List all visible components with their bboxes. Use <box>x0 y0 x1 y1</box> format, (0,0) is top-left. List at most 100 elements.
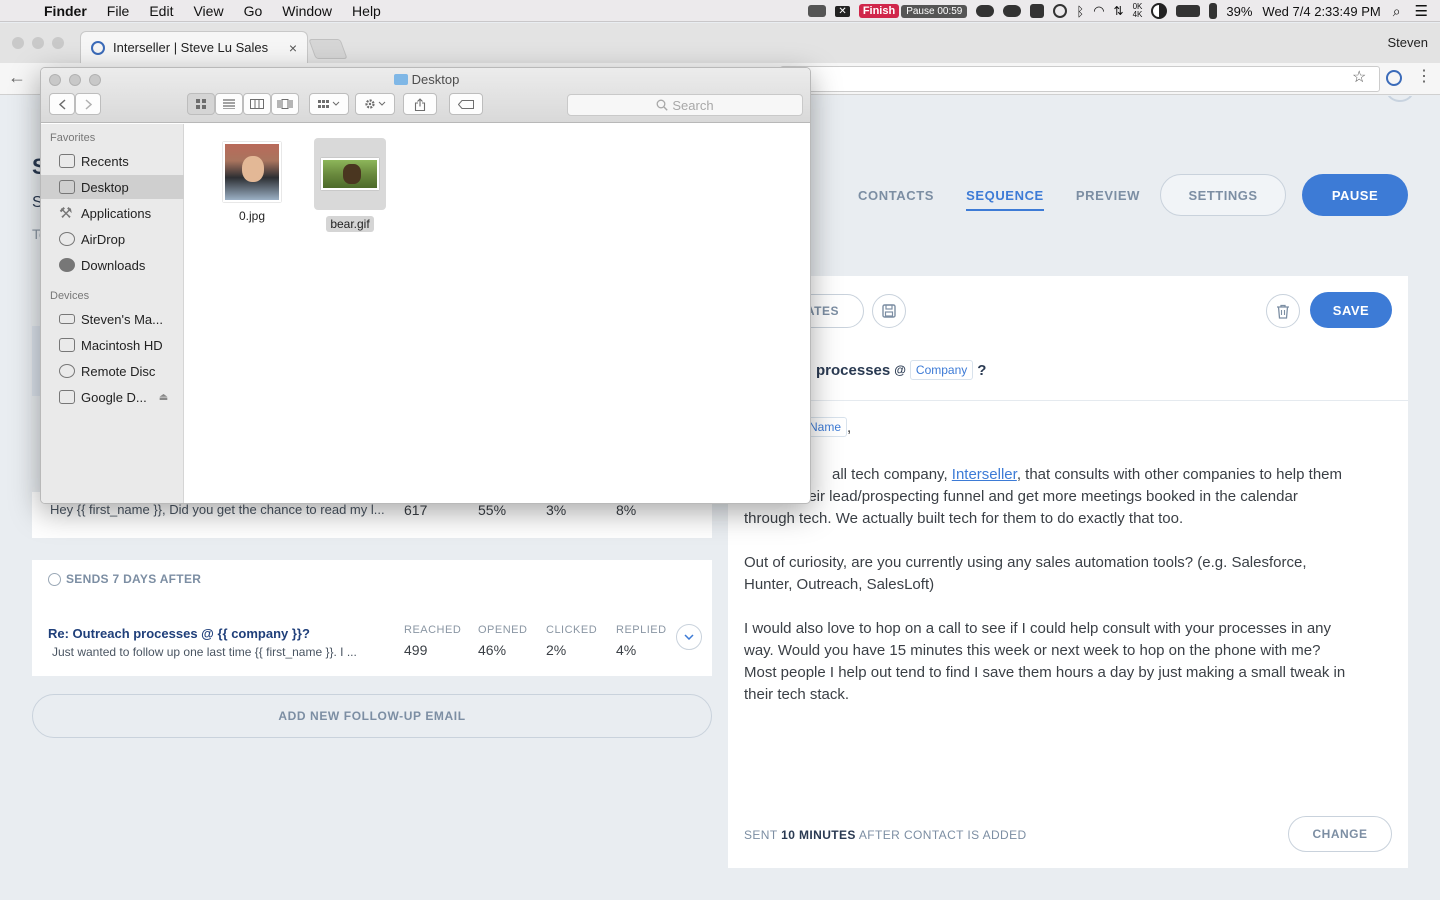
user-avatar[interactable] <box>1386 96 1414 102</box>
cloud-icon[interactable] <box>976 5 995 17</box>
bluetooth-icon[interactable]: ᛒ <box>1076 4 1084 19</box>
delete-email-button[interactable] <box>1266 294 1300 328</box>
pause-campaign-button[interactable]: PAUSE <box>1302 174 1408 216</box>
eject-icon[interactable]: ⏏ <box>159 392 168 403</box>
sidebar-item-macintosh-hd[interactable]: Macintosh HD <box>41 333 184 357</box>
menu-window[interactable]: Window <box>282 3 332 19</box>
sidebar-item-label: AirDrop <box>81 231 126 247</box>
browser-tab-interseller[interactable]: Interseller | Steve Lu Sales × <box>80 31 308 63</box>
send-timing-prefix: SENT <box>744 828 778 842</box>
sidebar-item-google-drive[interactable]: Google D... ⏏ <box>41 385 184 409</box>
change-timing-button[interactable]: CHANGE <box>1288 816 1392 852</box>
browser-menu-icon[interactable]: ⋮ <box>1416 66 1432 86</box>
sidebar-item-label: Google D... <box>81 389 147 405</box>
menu-go[interactable]: Go <box>244 3 263 19</box>
tab-close-icon[interactable]: × <box>289 40 297 56</box>
email-subject-field[interactable]: processes @ Company ? <box>816 360 986 380</box>
email-2-subject: Re: Outreach processes @ {{ company }}? <box>48 626 310 641</box>
share-icon <box>414 97 426 111</box>
face-shape <box>242 156 264 182</box>
gear-icon <box>365 99 386 109</box>
group-by-button[interactable] <box>309 93 349 115</box>
sync-icon[interactable] <box>1053 4 1068 18</box>
tab-contacts[interactable]: CONTACTS <box>858 188 934 211</box>
save-button[interactable]: SAVE <box>1310 292 1392 328</box>
downloads-icon <box>59 258 75 272</box>
chevron-left-icon <box>58 98 66 110</box>
tags-button[interactable] <box>449 93 483 115</box>
save-template-button[interactable] <box>872 294 906 328</box>
recorder-close-button[interactable]: ✕ <box>835 5 850 17</box>
file-item-bear-gif[interactable]: bear.gif <box>305 138 395 232</box>
clock[interactable]: Wed 7/4 2:33:49 PM <box>1262 4 1380 19</box>
back-arrow-icon[interactable]: ← <box>8 67 26 88</box>
vpn-icon[interactable]: ⇅ <box>1114 4 1124 18</box>
sidebar-item-desktop[interactable]: Desktop <box>41 175 184 199</box>
notification-center-icon[interactable]: ☰ <box>1415 2 1428 20</box>
sidebar-item-applications[interactable]: ⚒ Applications <box>41 201 184 225</box>
cover-flow-icon <box>277 99 293 109</box>
share-button[interactable] <box>403 93 437 115</box>
new-tab-button[interactable] <box>308 39 348 59</box>
file-selection-highlight <box>314 138 386 210</box>
address-bar[interactable] <box>780 66 1380 92</box>
recorder-finish-button[interactable]: Finish <box>858 4 900 18</box>
sidebar-item-remote-disc[interactable]: Remote Disc <box>41 359 184 383</box>
finder-back-button[interactable] <box>49 93 75 115</box>
devices-heading: Devices <box>50 290 90 302</box>
tab-preview[interactable]: PREVIEW <box>1076 188 1140 211</box>
sidebar-item-downloads[interactable]: Downloads <box>41 253 184 277</box>
menu-view[interactable]: View <box>193 3 223 19</box>
icon-view-button[interactable] <box>187 93 215 115</box>
wifi-icon[interactable]: ◠ <box>1093 3 1104 19</box>
disc-icon <box>59 364 75 378</box>
battery-icon[interactable] <box>1209 3 1218 19</box>
trash-icon <box>1277 304 1289 319</box>
spotlight-search-icon[interactable]: ⌕ <box>1393 3 1401 20</box>
add-followup-email-button[interactable]: ADD NEW FOLLOW-UP EMAIL <box>32 694 712 738</box>
menu-edit[interactable]: Edit <box>149 3 173 19</box>
memory-icon[interactable] <box>1176 5 1201 17</box>
email-2-opened: 46% <box>478 642 507 658</box>
file-name: 0.jpg <box>238 209 266 223</box>
file-item-0jpg[interactable]: 0.jpg <box>207 142 297 224</box>
interseller-link[interactable]: Interseller <box>952 466 1017 483</box>
company-variable-chip[interactable]: Company <box>909 360 974 380</box>
menu-app-finder[interactable]: Finder <box>44 3 87 19</box>
email-body-editor[interactable]: all tech company, Interseller, that cons… <box>744 464 1400 728</box>
sidebar-item-airdrop[interactable]: AirDrop <box>41 227 184 251</box>
tag-icon <box>458 99 474 109</box>
cloud-upload-icon[interactable] <box>1003 5 1022 17</box>
column-view-button[interactable] <box>243 93 271 115</box>
drive-icon[interactable] <box>1030 4 1045 18</box>
menu-help[interactable]: Help <box>352 3 381 19</box>
sidebar-item-label: Macintosh HD <box>81 337 163 353</box>
tab-sequence[interactable]: SEQUENCE <box>966 188 1044 211</box>
camera-off-icon[interactable] <box>808 5 827 17</box>
recorder-pause-button[interactable]: Pause 00:59 <box>901 4 968 18</box>
chevron-right-icon <box>84 98 92 110</box>
sequence-email-2-card[interactable]: SENDS 7 DAYS AFTER Re: Outreach processe… <box>32 560 712 676</box>
list-view-button[interactable] <box>215 93 243 115</box>
window-zoom-dot[interactable] <box>52 37 64 49</box>
action-menu-button[interactable] <box>355 93 395 115</box>
sidebar-item-macbook[interactable]: Steven's Ma... <box>41 307 184 331</box>
browser-profile-name[interactable]: Steven <box>1388 35 1428 50</box>
interseller-extension-icon[interactable] <box>1386 70 1402 86</box>
night-shift-icon[interactable] <box>1151 3 1168 19</box>
email-1-reached: 617 <box>404 502 428 518</box>
sidebar-item-label: Downloads <box>81 257 146 273</box>
menu-file[interactable]: File <box>107 3 130 19</box>
finder-search-input[interactable]: Search <box>567 94 803 116</box>
bookmark-star-icon[interactable]: ☆ <box>1352 67 1366 87</box>
finder-title: Desktop <box>41 72 810 87</box>
browser-tab-strip: Interseller | Steve Lu Sales × Steven <box>0 23 1440 63</box>
sidebar-item-recents[interactable]: Recents <box>41 149 184 173</box>
finder-forward-button[interactable] <box>75 93 101 115</box>
expand-email-2-button[interactable] <box>676 624 702 650</box>
window-minimize-dot[interactable] <box>32 37 44 49</box>
applications-icon: ⚒ <box>59 205 73 222</box>
gallery-view-button[interactable] <box>271 93 299 115</box>
window-close-dot[interactable] <box>12 37 24 49</box>
settings-button[interactable]: SETTINGS <box>1160 174 1286 216</box>
